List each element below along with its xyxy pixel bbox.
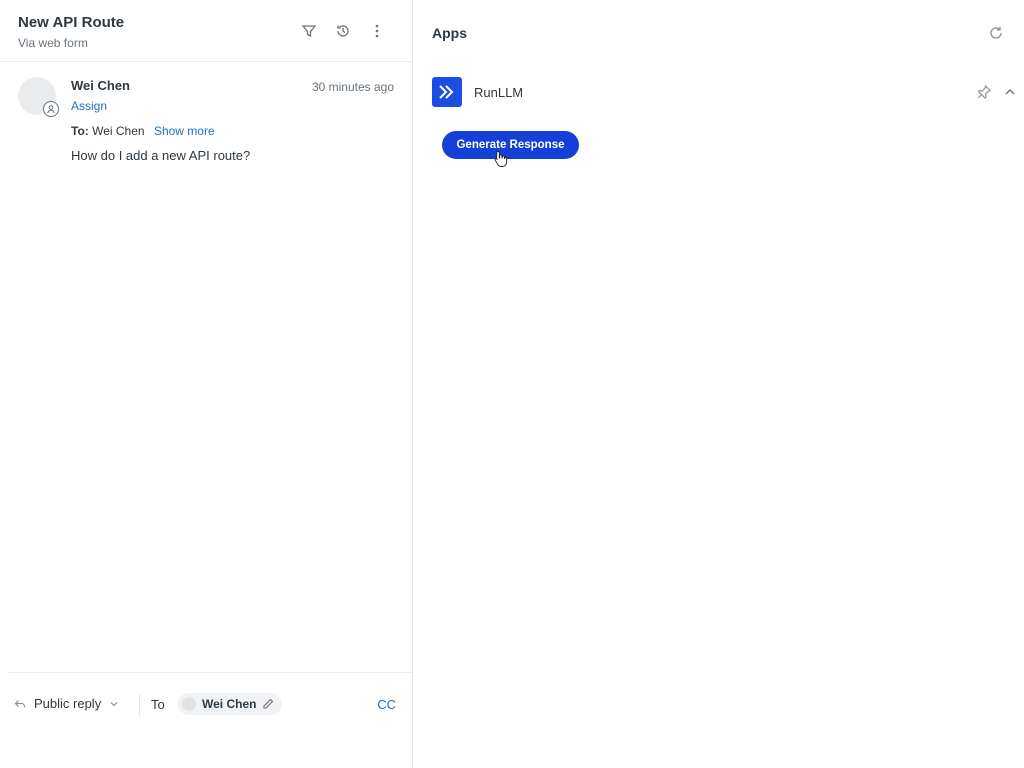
- app-root: New API Route Via web form Wei Chen 30 m…: [0, 0, 1024, 768]
- pin-icon[interactable]: [976, 84, 992, 100]
- recipients-line: To: Wei Chen Show more: [71, 124, 215, 138]
- ticket-title: New API Route: [18, 14, 125, 31]
- chevron-up-icon[interactable]: [1002, 84, 1018, 100]
- composer-divider: [8, 672, 412, 673]
- chevron-down-icon: [110, 701, 118, 706]
- user-icon: [43, 101, 59, 117]
- runllm-logo-icon: [432, 77, 462, 107]
- to-label: To:: [71, 124, 89, 138]
- assign-link[interactable]: Assign: [71, 99, 107, 113]
- hand-cursor-icon: [494, 151, 508, 167]
- generate-response-button[interactable]: Generate Response: [442, 131, 579, 159]
- to-value: Wei Chen: [92, 124, 145, 138]
- more-vertical-icon[interactable]: [368, 22, 386, 40]
- history-icon[interactable]: [334, 22, 352, 40]
- ticket-channel: Via web form: [18, 36, 88, 50]
- reply-composer: Public reply To Wei Chen CC: [0, 684, 412, 724]
- filter-icon[interactable]: [300, 22, 318, 40]
- app-name: RunLLM: [474, 85, 524, 100]
- refresh-icon[interactable]: [988, 25, 1004, 41]
- composer-to-label: To: [151, 697, 165, 712]
- recipient-chip[interactable]: Wei Chen: [178, 693, 283, 715]
- message-timestamp: 30 minutes ago: [311, 80, 394, 94]
- divider: [139, 694, 140, 716]
- ticket-pane: New API Route Via web form Wei Chen 30 m…: [0, 0, 413, 768]
- apps-title: Apps: [432, 25, 467, 41]
- app-row-runllm: RunLLM: [432, 77, 1015, 109]
- message: Wei Chen 30 minutes ago Assign To: Wei C…: [0, 62, 412, 182]
- recipient-avatar: [182, 697, 196, 711]
- message-author: Wei Chen: [71, 78, 130, 93]
- reply-type-label: Public reply: [34, 696, 102, 711]
- recipient-name: Wei Chen: [202, 697, 257, 711]
- pencil-icon[interactable]: [262, 698, 274, 710]
- cc-button[interactable]: CC: [377, 697, 396, 712]
- reply-type-dropdown[interactable]: Public reply: [14, 696, 119, 711]
- message-body: How do I add a new API route?: [71, 148, 251, 163]
- show-more-link[interactable]: Show more: [154, 124, 215, 138]
- ticket-header: New API Route Via web form: [0, 0, 412, 62]
- reply-icon: [14, 699, 26, 707]
- apps-panel: Apps RunLLM Generate Response: [414, 0, 1024, 768]
